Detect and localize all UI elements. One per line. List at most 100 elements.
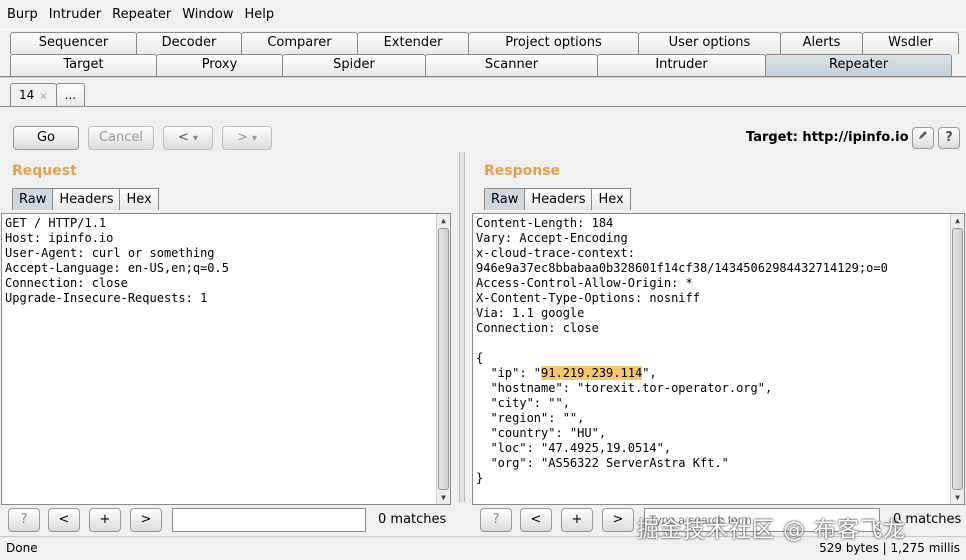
go-button[interactable]: Go (13, 126, 79, 150)
code-line: { (476, 351, 484, 365)
code-line: "ip": "91.219.239.114", (476, 366, 657, 380)
main-tabs-row-2: Target Proxy Spider Scanner Intruder Repeater (10, 54, 952, 76)
tab-alerts[interactable]: Alerts (780, 32, 863, 54)
scroll-down-icon[interactable]: ▼ (951, 491, 964, 504)
menu-window[interactable]: Window (180, 7, 235, 22)
forward-arrow-icon: > (236, 130, 248, 145)
code-line: x-cloud-trace-context: (476, 246, 635, 260)
request-search-help-button[interactable]: ? (8, 508, 40, 532)
watermark: 掘金技术社区 @ 布客飞龙 (637, 518, 906, 543)
response-title: Response (484, 163, 561, 179)
code-line: User-Agent: curl or something (5, 246, 215, 260)
code-line: Access-Control-Allow-Origin: * (476, 276, 693, 290)
close-icon[interactable]: × (39, 91, 47, 102)
subtab-label: 14 (19, 88, 35, 102)
tab-scanner[interactable]: Scanner (425, 54, 598, 76)
scroll-down-icon[interactable]: ▼ (437, 491, 450, 504)
code-line: X-Content-Type-Options: nosniff (476, 291, 700, 305)
code-line: Connection: close (476, 321, 599, 335)
tab-sequencer[interactable]: Sequencer (10, 32, 137, 54)
subtab-new[interactable]: ... (55, 83, 86, 106)
status-text: Done (6, 541, 38, 555)
menu-repeater[interactable]: Repeater (110, 7, 173, 22)
question-icon[interactable]: ? (938, 127, 960, 149)
response-editor[interactable]: Content-Length: 184 Vary: Accept-Encoding… (472, 213, 965, 505)
subtab-underline (0, 106, 966, 107)
forward-button[interactable]: > ▾ (222, 126, 272, 150)
response-search-help-button[interactable]: ? (480, 508, 512, 532)
tab-intruder[interactable]: Intruder (597, 54, 766, 76)
menu-help[interactable]: Help (243, 7, 277, 22)
tab-project-options[interactable]: Project options (468, 32, 639, 54)
response-scrollbar[interactable]: ▲ ▼ (950, 214, 964, 504)
response-body: Content-Length: 184 Vary: Accept-Encoding… (476, 216, 961, 486)
code-line: "region": "", (476, 411, 585, 425)
tab-target[interactable]: Target (10, 54, 157, 76)
cancel-button[interactable]: Cancel (88, 126, 154, 150)
code-line: Connection: close (5, 276, 128, 290)
code-line: "org": "AS56322 ServerAstra Kft." (476, 456, 729, 470)
request-search-next-button[interactable]: > (130, 508, 162, 532)
chevron-down-icon: ▾ (193, 133, 199, 144)
tab-comparer[interactable]: Comparer (241, 32, 358, 54)
code-line: "city": "", (476, 396, 570, 410)
repeater-subtabs: 14 × ... (10, 83, 86, 106)
code-line: Host: ipinfo.io (5, 231, 114, 245)
tab-user-options[interactable]: User options (638, 32, 781, 54)
code-line: Upgrade-Insecure-Requests: 1 (5, 291, 208, 305)
menu-bar: Burp Intruder Repeater Window Help (0, 0, 966, 30)
tab-decoder[interactable]: Decoder (136, 32, 242, 54)
request-title: Request (12, 163, 77, 179)
scroll-up-icon[interactable]: ▲ (437, 214, 450, 227)
tab-wsdler[interactable]: Wsdler (862, 32, 959, 54)
tab-extender[interactable]: Extender (357, 32, 469, 54)
main-tabs-row-1: Sequencer Decoder Comparer Extender Project … (10, 32, 959, 54)
request-tab-raw[interactable]: Raw (12, 188, 54, 210)
code-line: "loc": "47.4925,19.0514", (476, 441, 672, 455)
code-line: 946e9a37ec8bbabaa0b328601f14cf38/1434506… (476, 261, 888, 275)
request-scrollbar[interactable]: ▲ ▼ (436, 214, 450, 504)
scroll-up-icon[interactable]: ▲ (951, 214, 964, 227)
back-arrow-icon: < (177, 130, 189, 145)
split-divider[interactable] (459, 152, 465, 502)
code-line: } (476, 471, 484, 485)
response-search-prev-button[interactable]: < (520, 508, 552, 532)
request-body: GET / HTTP/1.1 Host: ipinfo.io User-Agent:… (5, 216, 447, 306)
response-search-add-button[interactable]: + (561, 508, 593, 532)
response-search-next-button[interactable]: > (602, 508, 634, 532)
request-matches: 0 matches (378, 512, 447, 527)
pencil-icon[interactable] (912, 127, 934, 149)
response-tab-hex[interactable]: Hex (591, 188, 631, 210)
code-line: "country": "HU", (476, 426, 607, 440)
response-tab-headers[interactable]: Headers (524, 188, 593, 210)
request-tab-headers[interactable]: Headers (52, 188, 121, 210)
code-line: Via: 1.1 google (476, 306, 585, 320)
chevron-down-icon: ▾ (252, 133, 258, 144)
response-tabs: Raw Headers Hex (484, 188, 631, 210)
code-line: "hostname": "torexit.tor-operator.org", (476, 381, 773, 395)
tab-repeater[interactable]: Repeater (765, 54, 952, 76)
target-label: Target: http://ipinfo.io (746, 130, 909, 145)
tab-spider[interactable]: Spider (282, 54, 426, 76)
request-tab-hex[interactable]: Hex (119, 188, 159, 210)
tab-proxy[interactable]: Proxy (156, 54, 283, 76)
code-line: Vary: Accept-Encoding (476, 231, 628, 245)
request-tabs: Raw Headers Hex (12, 188, 159, 210)
tab-underline (0, 76, 966, 78)
code-line: Accept-Language: en-US,en;q=0.5 (5, 261, 229, 275)
request-search-input[interactable] (172, 508, 366, 532)
scroll-thumb[interactable] (438, 228, 449, 490)
request-search-prev-button[interactable]: < (48, 508, 80, 532)
back-button[interactable]: < ▾ (163, 126, 213, 150)
highlighted-ip: 91.219.239.114 (541, 366, 643, 380)
code-line: GET / HTTP/1.1 (5, 216, 107, 230)
request-editor[interactable]: GET / HTTP/1.1 Host: ipinfo.io User-Agent:… (1, 213, 451, 505)
request-search-add-button[interactable]: + (89, 508, 121, 532)
code-line: Content-Length: 184 (476, 216, 614, 230)
subtab-14[interactable]: 14 × (10, 83, 57, 106)
response-tab-raw[interactable]: Raw (484, 188, 526, 210)
menu-intruder[interactable]: Intruder (47, 7, 103, 22)
menu-burp[interactable]: Burp (5, 7, 40, 22)
scroll-thumb[interactable] (952, 228, 963, 490)
